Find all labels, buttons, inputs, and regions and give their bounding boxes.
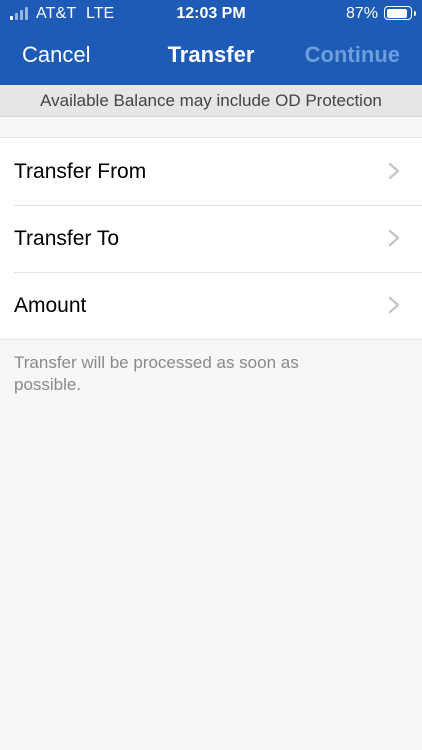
status-bar: AT&T LTE 12:03 PM 87% — [0, 0, 422, 28]
chevron-right-icon — [388, 162, 400, 180]
navigation-bar: Cancel Transfer Continue — [0, 28, 422, 85]
chevron-right-icon — [388, 296, 400, 314]
transfer-from-row[interactable]: Transfer From — [0, 138, 422, 205]
header: AT&T LTE 12:03 PM 87% Cancel Transfer Co… — [0, 0, 422, 85]
transfer-to-row[interactable]: Transfer To — [0, 205, 422, 272]
continue-button[interactable]: Continue — [305, 42, 400, 68]
transfer-from-label: Transfer From — [14, 160, 147, 183]
battery-percent: 87% — [345, 5, 378, 22]
transfer-to-label: Transfer To — [14, 227, 120, 250]
amount-label: Amount — [14, 294, 87, 317]
balance-notice: Available Balance may include OD Protect… — [0, 85, 422, 117]
chevron-right-icon — [388, 229, 400, 247]
amount-row[interactable]: Amount — [0, 272, 422, 339]
transfer-form-list: Transfer From Transfer To Amount — [0, 137, 422, 340]
battery-icon — [384, 6, 416, 20]
processing-footnote: Transfer will be processed as soon as po… — [14, 353, 299, 394]
